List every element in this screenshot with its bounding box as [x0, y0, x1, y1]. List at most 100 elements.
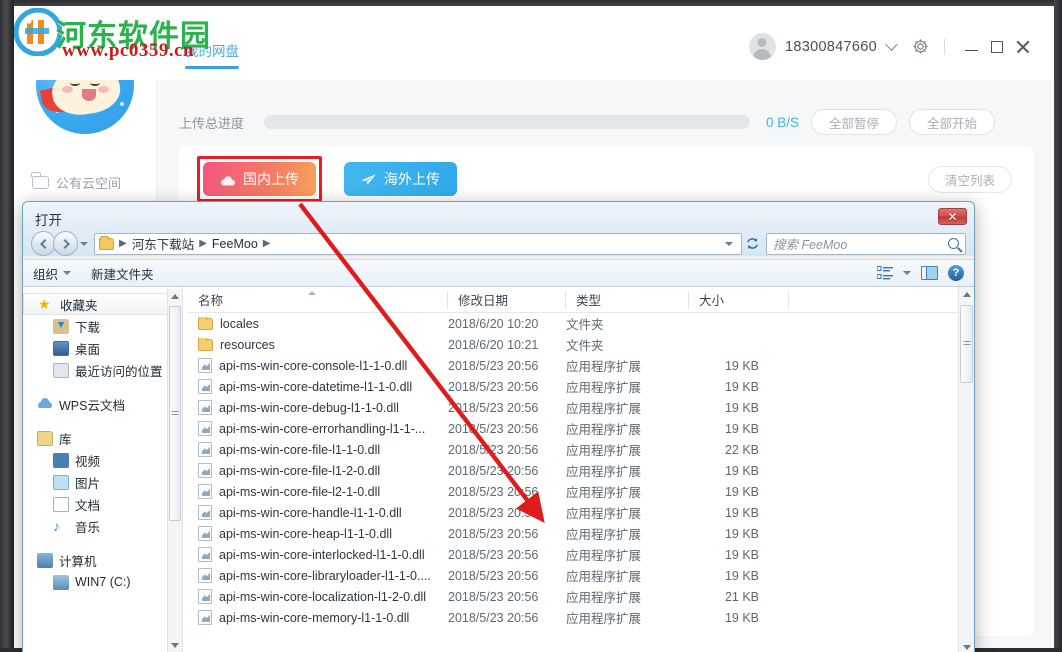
table-row[interactable]: resources 2018/6/20 10:21 文件夹 — [188, 334, 974, 355]
cell-size: 19 KB — [724, 358, 759, 373]
nav-item-documents[interactable]: 文档 — [23, 493, 182, 515]
file-name-label: api-ms-win-core-console-l1-1-0.dll — [219, 358, 408, 373]
breadcrumb-item-1[interactable]: FeeMoo — [212, 237, 258, 251]
nav-item-downloads[interactable]: 下载 — [23, 315, 182, 337]
scroll-up-button[interactable] — [168, 289, 182, 304]
table-row[interactable]: locales 2018/6/20 10:20 文件夹 — [188, 313, 974, 334]
gear-icon[interactable] — [912, 38, 929, 55]
table-row[interactable]: api-ms-win-core-datetime-l1-1-0.dll 2018/… — [188, 376, 974, 397]
column-header-type[interactable]: 类型 — [566, 287, 689, 313]
column-header-date[interactable]: 修改日期 — [448, 287, 566, 313]
scroll-up-button[interactable] — [959, 287, 974, 302]
pause-all-button[interactable]: 全部暂停 — [811, 109, 898, 135]
nav-group-favorites[interactable]: ★ 收藏夹 — [23, 293, 176, 315]
chevron-down-icon — [63, 271, 72, 275]
nav-group-computer[interactable]: 计算机 — [23, 549, 182, 571]
nav-pane-scrollbar[interactable] — [167, 289, 182, 652]
clear-list-button[interactable]: 清空列表 — [927, 166, 1012, 193]
minimize-icon — [964, 49, 978, 52]
cell-date: 2018/6/20 10:21 — [448, 337, 539, 352]
table-row[interactable]: api-ms-win-core-debug-l1-1-0.dll 2018/5/2… — [188, 397, 974, 418]
grip-icon — [171, 410, 179, 417]
dialog-body: ★ 收藏夹 下载 桌面 最近访问的位置 WPS云文档 库 视频 图片 文档 ♪ … — [23, 287, 974, 652]
documents-icon — [53, 496, 69, 512]
window-frame-left — [0, 0, 14, 652]
nav-item-videos[interactable]: 视频 — [23, 449, 182, 471]
avatar[interactable] — [748, 33, 776, 60]
library-icon — [37, 430, 53, 446]
table-row[interactable]: api-ms-win-core-memory-l1-1-0.dll 2018/5/… — [188, 607, 974, 628]
search-input[interactable]: 搜索 FeeMoo — [766, 232, 966, 255]
view-dropdown-caret-icon[interactable] — [903, 271, 911, 275]
table-row[interactable]: api-ms-win-core-heap-l1-1-0.dll 2018/5/23… — [188, 523, 974, 544]
forward-button[interactable] — [53, 231, 78, 256]
dll-icon — [198, 505, 212, 520]
help-button[interactable]: ? — [948, 265, 964, 281]
column-label: 名称 — [198, 294, 224, 308]
table-row[interactable]: api-ms-win-core-console-l1-1-0.dll 2018/5… — [188, 355, 974, 376]
scrollbar-thumb[interactable] — [960, 305, 973, 383]
address-dropdown-button[interactable] — [719, 241, 739, 246]
change-view-button[interactable] — [876, 266, 893, 280]
cell-size: 22 KB — [724, 442, 759, 457]
refresh-button[interactable] — [742, 233, 762, 255]
scroll-down-button[interactable] — [959, 640, 974, 652]
cell-type: 应用程序扩展 — [566, 423, 642, 437]
sidebar-item-public-cloud[interactable]: 公有云空间 — [31, 172, 121, 192]
preview-pane-button[interactable] — [921, 266, 938, 280]
table-row[interactable]: api-ms-win-core-errorhandling-l1-1-... 20… — [188, 418, 974, 439]
nav-item-desktop[interactable]: 桌面 — [23, 337, 182, 359]
breadcrumb[interactable]: ▶ 河东下载站 ▶ FeeMoo ▶ — [94, 232, 742, 255]
new-folder-button[interactable]: 新建文件夹 — [91, 264, 154, 283]
column-header-name[interactable]: 名称 — [188, 287, 448, 313]
table-row[interactable]: api-ms-win-core-handle-l1-1-0.dll 2018/5/… — [188, 502, 974, 523]
user-bar: 18300847660 — [748, 33, 1036, 60]
overseas-upload-button[interactable]: 海外上传 — [344, 162, 457, 196]
recent-locations-button[interactable] — [78, 231, 90, 256]
close-button[interactable] — [1010, 36, 1036, 58]
nav-item-pictures[interactable]: 图片 — [23, 471, 182, 493]
chevron-down-icon[interactable] — [885, 38, 898, 51]
cell-type: 应用程序扩展 — [566, 360, 642, 374]
cell-type: 应用程序扩展 — [566, 612, 642, 626]
nav-label: 图片 — [75, 476, 101, 491]
close-icon — [1016, 40, 1030, 54]
nav-group-wps-cloud[interactable]: WPS云文档 — [23, 393, 182, 415]
dialog-command-bar: 组织 新建文件夹 ? — [23, 259, 974, 287]
cell-date: 2018/5/23 20:56 — [448, 358, 539, 373]
cell-size: 19 KB — [724, 505, 759, 520]
table-row[interactable]: api-ms-win-core-file-l1-2-0.dll 2018/5/23… — [188, 460, 974, 481]
table-row[interactable]: api-ms-win-core-libraryloader-l1-1-0....… — [188, 565, 974, 586]
cell-size: 19 KB — [724, 610, 759, 625]
nav-item-recent-places[interactable]: 最近访问的位置 — [23, 359, 182, 381]
column-header-size[interactable]: 大小 — [689, 287, 789, 313]
minimize-button[interactable] — [958, 36, 984, 58]
table-row[interactable]: api-ms-win-core-file-l2-1-0.dll 2018/5/23… — [188, 481, 974, 502]
chevron-up-icon — [962, 292, 971, 297]
file-list-scrollbar[interactable] — [958, 287, 974, 652]
nav-item-win7-c[interactable]: WIN7 (C:) — [23, 571, 182, 593]
cell-name: api-ms-win-core-debug-l1-1-0.dll — [188, 400, 448, 415]
dll-icon — [198, 463, 212, 478]
pictures-icon — [53, 474, 69, 490]
tab-my-netdisk[interactable]: 我的网盘 — [185, 40, 239, 69]
cell-size: 19 KB — [724, 421, 759, 436]
scrollbar-thumb[interactable] — [169, 306, 181, 521]
plane-icon — [361, 173, 376, 185]
dll-icon — [198, 610, 212, 625]
new-folder-label: 新建文件夹 — [91, 267, 154, 282]
file-name-label: api-ms-win-core-handle-l1-1-0.dll — [219, 505, 402, 520]
dialog-close-button[interactable]: ✕ — [938, 208, 967, 225]
table-row[interactable]: api-ms-win-core-localization-l1-2-0.dll 2… — [188, 586, 974, 607]
nav-item-music[interactable]: ♪ 音乐 — [23, 515, 182, 537]
organize-menu-button[interactable]: 组织 — [33, 264, 72, 283]
table-row[interactable]: api-ms-win-core-interlocked-l1-1-0.dll 20… — [188, 544, 974, 565]
toolbar-divider — [944, 38, 945, 55]
column-label: 类型 — [576, 294, 602, 308]
table-row[interactable]: api-ms-win-core-file-l1-1-0.dll 2018/5/23… — [188, 439, 974, 460]
breadcrumb-item-0[interactable]: 河东下载站 — [132, 234, 195, 253]
scroll-down-button[interactable] — [168, 638, 182, 652]
nav-group-libraries[interactable]: 库 — [23, 427, 182, 449]
start-all-button[interactable]: 全部开始 — [909, 109, 996, 135]
maximize-button[interactable] — [984, 36, 1010, 58]
